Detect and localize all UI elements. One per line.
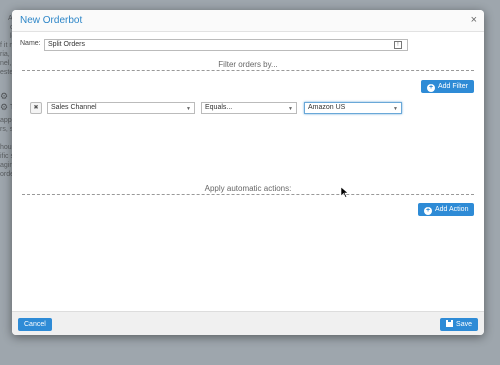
name-input[interactable]: Split Orders — [44, 39, 408, 51]
chevron-down-icon: ▼ — [186, 106, 191, 112]
plus-circle-icon: + — [424, 207, 432, 215]
cancel-button[interactable]: Cancel — [18, 318, 52, 331]
save-button[interactable]: Save — [440, 318, 478, 331]
filter-section-title: Filter orders by... — [218, 60, 278, 69]
filter-field-value: Sales Channel — [51, 104, 97, 111]
floppy-disk-icon — [446, 320, 454, 327]
info-icon[interactable]: ! — [394, 41, 402, 49]
dialog-header: New Orderbot × — [12, 10, 484, 32]
remove-filter-button[interactable]: ✖ — [30, 102, 42, 114]
add-filter-label: Add Filter — [438, 83, 468, 90]
chevron-down-icon: ▼ — [288, 106, 293, 112]
add-action-label: Add Action — [435, 206, 469, 213]
name-label: Name: — [20, 40, 41, 47]
filter-value-value: Amazon US — [308, 104, 346, 111]
new-orderbot-dialog: New Orderbot × Name: Split Orders ! Filt… — [12, 10, 484, 335]
save-label: Save — [456, 321, 472, 328]
plus-circle-icon: + — [427, 84, 435, 92]
dialog-title: New Orderbot — [20, 15, 83, 26]
mouse-cursor — [341, 187, 349, 198]
filter-operator-select[interactable]: Equals... ▼ — [201, 102, 297, 114]
filter-value-select[interactable]: Amazon US ▼ — [304, 102, 402, 114]
filter-operator-value: Equals... — [205, 104, 233, 111]
actions-divider — [22, 194, 474, 195]
name-row: Name: Split Orders ! — [20, 39, 410, 51]
add-action-button[interactable]: + Add Action — [418, 203, 475, 216]
actions-section-title: Apply automatic actions: — [204, 184, 292, 193]
dialog-footer: Cancel Save — [12, 311, 484, 335]
chevron-down-icon: ▼ — [393, 106, 398, 112]
filter-row: ✖ Sales Channel ▼ Equals... ▼ Amazon US … — [30, 102, 410, 115]
filter-field-select[interactable]: Sales Channel ▼ — [47, 102, 195, 114]
gear-icon: ⚙ — [0, 91, 9, 101]
add-filter-button[interactable]: + Add Filter — [421, 80, 474, 93]
filter-divider — [22, 70, 474, 71]
gear-icon: ⚙ — [0, 102, 9, 112]
close-icon[interactable]: × — [471, 14, 477, 26]
